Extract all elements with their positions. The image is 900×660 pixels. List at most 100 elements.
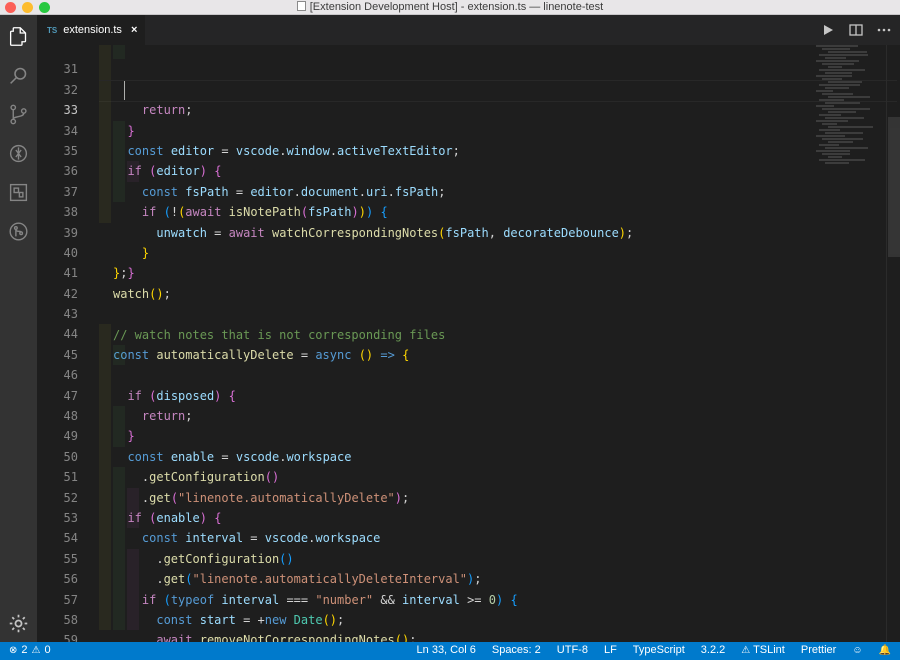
minimap-line: [819, 69, 866, 71]
minimap-line: [828, 81, 862, 83]
code-line[interactable]: 32 }: [37, 59, 797, 138]
minimap-line: [828, 51, 867, 53]
split-editor-icon[interactable]: [848, 22, 864, 38]
minimap-line: [819, 114, 842, 116]
editor-actions: [820, 22, 892, 38]
typescript-version[interactable]: 3.2.2: [701, 644, 725, 656]
minimap-line: [828, 111, 856, 113]
bell-icon[interactable]: 🔔: [879, 645, 891, 656]
code-line[interactable]: 52 const interval = vscode.workspace: [37, 467, 797, 545]
close-tab-icon[interactable]: ×: [131, 24, 137, 36]
minimap-line: [819, 159, 866, 161]
tab-label: extension.ts: [63, 24, 122, 36]
line-number: 59: [63, 633, 78, 642]
scrollbar-thumb[interactable]: [888, 117, 900, 257]
minimap-line: [825, 72, 852, 74]
status-bar-right: Ln 33, Col 6 Spaces: 2 UTF-8 LF TypeScri…: [417, 644, 891, 656]
gear-icon[interactable]: [8, 613, 29, 634]
code-line[interactable]: 53 .getConfiguration(): [37, 487, 797, 566]
code-line[interactable]: 35 const fsPath = editor.document.uri.fs…: [37, 120, 797, 199]
minimap-line: [828, 126, 873, 128]
minimap-line: [828, 96, 870, 98]
encoding[interactable]: UTF-8: [557, 644, 588, 656]
activity-bar: [0, 15, 37, 642]
minimap-line: [828, 141, 854, 143]
problems-indicator[interactable]: ⊗ 2 ⚠ 0: [9, 644, 51, 656]
code-line[interactable]: 45 if (disposed) {: [37, 324, 797, 403]
git-history-icon[interactable]: [8, 221, 29, 242]
minimap-line: [828, 156, 842, 158]
minimap-line: [816, 90, 833, 92]
window-title-text: [Extension Development Host] - extension…: [309, 1, 604, 13]
minimap-line: [825, 162, 849, 164]
minimap-line: [819, 144, 839, 146]
code-line[interactable]: 36 if (!(await isNotePath(fsPath))) {: [37, 140, 797, 219]
code-line[interactable]: 57 await removeNotCorrespondingNotes();: [37, 569, 797, 642]
files-icon[interactable]: [8, 26, 29, 47]
code-line-active[interactable]: 33 const editor = vscode.window.activeTe…: [37, 79, 897, 158]
code-text: await removeNotCorrespondingNotes();: [156, 633, 417, 642]
title-bar: [Extension Development Host] - extension…: [0, 0, 900, 15]
file-icon: [296, 1, 306, 11]
minimap-line: [816, 120, 849, 122]
end-of-line[interactable]: LF: [604, 644, 617, 656]
code-line[interactable]: 54 .get("linenote.automaticallyDeleteInt…: [37, 507, 797, 586]
code-line[interactable]: 42: [37, 263, 797, 301]
code-line[interactable]: 56 const start = +new Date();: [37, 548, 797, 627]
code-line[interactable]: 34 if (editor) {: [37, 100, 797, 178]
code-line[interactable]: 55 if (typeof interval === "number" && i…: [37, 528, 797, 607]
run-icon[interactable]: [820, 22, 836, 38]
code-line[interactable]: 37 unwatch = await watchCorrespondingNot…: [37, 161, 797, 240]
code-line[interactable]: 31 return;: [37, 45, 797, 117]
tslint-status[interactable]: ⚠ TSLint: [741, 644, 785, 656]
warning-icon: ⚠: [31, 644, 41, 656]
minimap-line: [816, 60, 860, 62]
minimap-line: [822, 108, 870, 110]
code-line[interactable]: 40 };: [37, 223, 797, 280]
code-line[interactable]: 46 return;: [37, 344, 797, 423]
source-control-icon[interactable]: [8, 104, 29, 125]
tab-extension-ts[interactable]: TS extension.ts ×: [37, 15, 145, 45]
window-title: [Extension Development Host] - extension…: [0, 1, 900, 13]
code-line[interactable]: 43 // watch notes that is not correspond…: [37, 284, 797, 341]
code-line[interactable]: 51 if (enable) {: [37, 446, 797, 525]
code-line[interactable]: 48 const enable = vscode.workspace: [37, 385, 797, 464]
minimap-line: [825, 147, 869, 149]
minimap-line: [822, 63, 854, 65]
indentation[interactable]: Spaces: 2: [492, 644, 541, 656]
minimap-line: [825, 57, 846, 59]
minimap-line: [816, 75, 853, 77]
language-mode[interactable]: TypeScript: [633, 644, 685, 656]
minimap-line: [819, 54, 868, 56]
extensions-icon[interactable]: [8, 182, 29, 203]
code-line[interactable]: 41 watch();: [37, 243, 797, 300]
search-icon[interactable]: [8, 65, 29, 86]
minimap-line: [822, 48, 850, 50]
code-line[interactable]: 38 }: [37, 181, 797, 260]
error-icon: ⊗: [9, 644, 18, 656]
code-editor[interactable]: 31 return; 32 } 33 const editor = vscode…: [37, 45, 900, 642]
code-line[interactable]: 44 const automaticallyDelete = async () …: [37, 304, 797, 361]
minimap-line: [825, 132, 863, 134]
minimap[interactable]: [816, 45, 886, 335]
error-count: 2: [21, 644, 28, 656]
more-icon[interactable]: [876, 22, 892, 38]
code-lines[interactable]: 31 return; 32 } 33 const editor = vscode…: [37, 45, 897, 642]
vertical-scrollbar[interactable]: [886, 45, 900, 642]
minimap-line: [828, 66, 842, 68]
debug-icon[interactable]: [8, 143, 29, 164]
code-line[interactable]: 58 const duration = +new Date() - start;: [37, 589, 797, 627]
smiley-icon[interactable]: ☺: [852, 645, 862, 656]
minimap-line: [825, 117, 865, 119]
code-line[interactable]: 39 }: [37, 202, 797, 280]
typescript-icon: TS: [47, 25, 58, 35]
minimap-line: [816, 135, 846, 137]
minimap-line: [825, 87, 849, 89]
code-line[interactable]: 50 .get("linenote.automaticallyDelete");: [37, 426, 797, 505]
tab-bar: TS extension.ts ×: [37, 15, 900, 45]
code-line[interactable]: 47 }: [37, 365, 797, 443]
cursor-position[interactable]: Ln 33, Col 6: [417, 644, 476, 656]
prettier-status[interactable]: Prettier: [801, 644, 836, 656]
code-line[interactable]: 59 setTimeout(automaticallyDelete, Math.…: [37, 609, 797, 642]
code-line[interactable]: 49 .getConfiguration(): [37, 406, 797, 484]
